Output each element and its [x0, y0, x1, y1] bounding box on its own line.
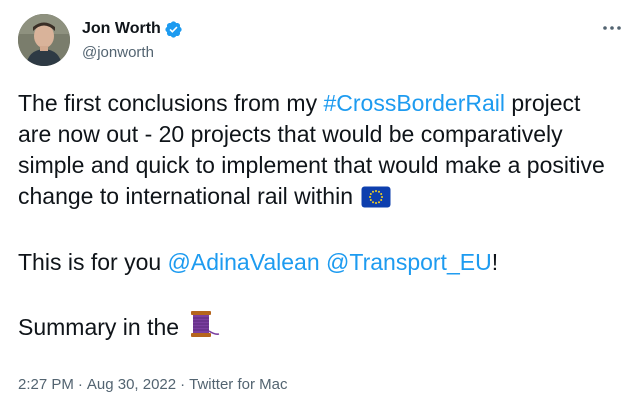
verified-badge-icon [164, 20, 183, 39]
avatar[interactable] [18, 14, 70, 66]
text-segment: ! [491, 249, 499, 275]
name-row: Jon Worth [82, 19, 183, 39]
text-segment: The first conclusions from my [18, 90, 324, 116]
tweet-date[interactable]: Aug 30, 2022 [87, 375, 176, 395]
thread-spool-icon [187, 309, 221, 347]
eu-flag-icon [361, 185, 391, 216]
mention-link-adinavalean[interactable]: @AdinaValean [168, 249, 320, 275]
tweet-card: Jon Worth @jonworth The first conclusion… [0, 0, 640, 413]
tweet-paragraph-3: Summary in the [18, 309, 618, 347]
tweet-paragraph-2: This is for you @AdinaValean @Transport_… [18, 247, 618, 278]
tweet-text: The first conclusions from my #CrossBord… [18, 88, 618, 347]
tweet-meta: 2:27 PM · Aug 30, 2022 · Twitter for Mac [18, 375, 287, 395]
meta-separator: · [180, 376, 186, 393]
hashtag-link[interactable]: #CrossBorderRail [323, 90, 505, 116]
tweet-source[interactable]: Twitter for Mac [189, 375, 287, 395]
tweet-paragraph-1: The first conclusions from my #CrossBord… [18, 88, 618, 216]
more-dots-icon[interactable] [600, 16, 624, 40]
handle[interactable]: @jonworth [82, 43, 183, 63]
mention-link-transport-eu[interactable]: @Transport_EU [326, 249, 492, 275]
meta-separator: · [77, 376, 83, 393]
tweet-time[interactable]: 2:27 PM [18, 375, 74, 395]
text-segment: This is for you [18, 249, 168, 275]
author-block: Jon Worth @jonworth [82, 19, 183, 63]
display-name[interactable]: Jon Worth [82, 19, 161, 39]
text-segment: Summary in the [18, 314, 186, 340]
